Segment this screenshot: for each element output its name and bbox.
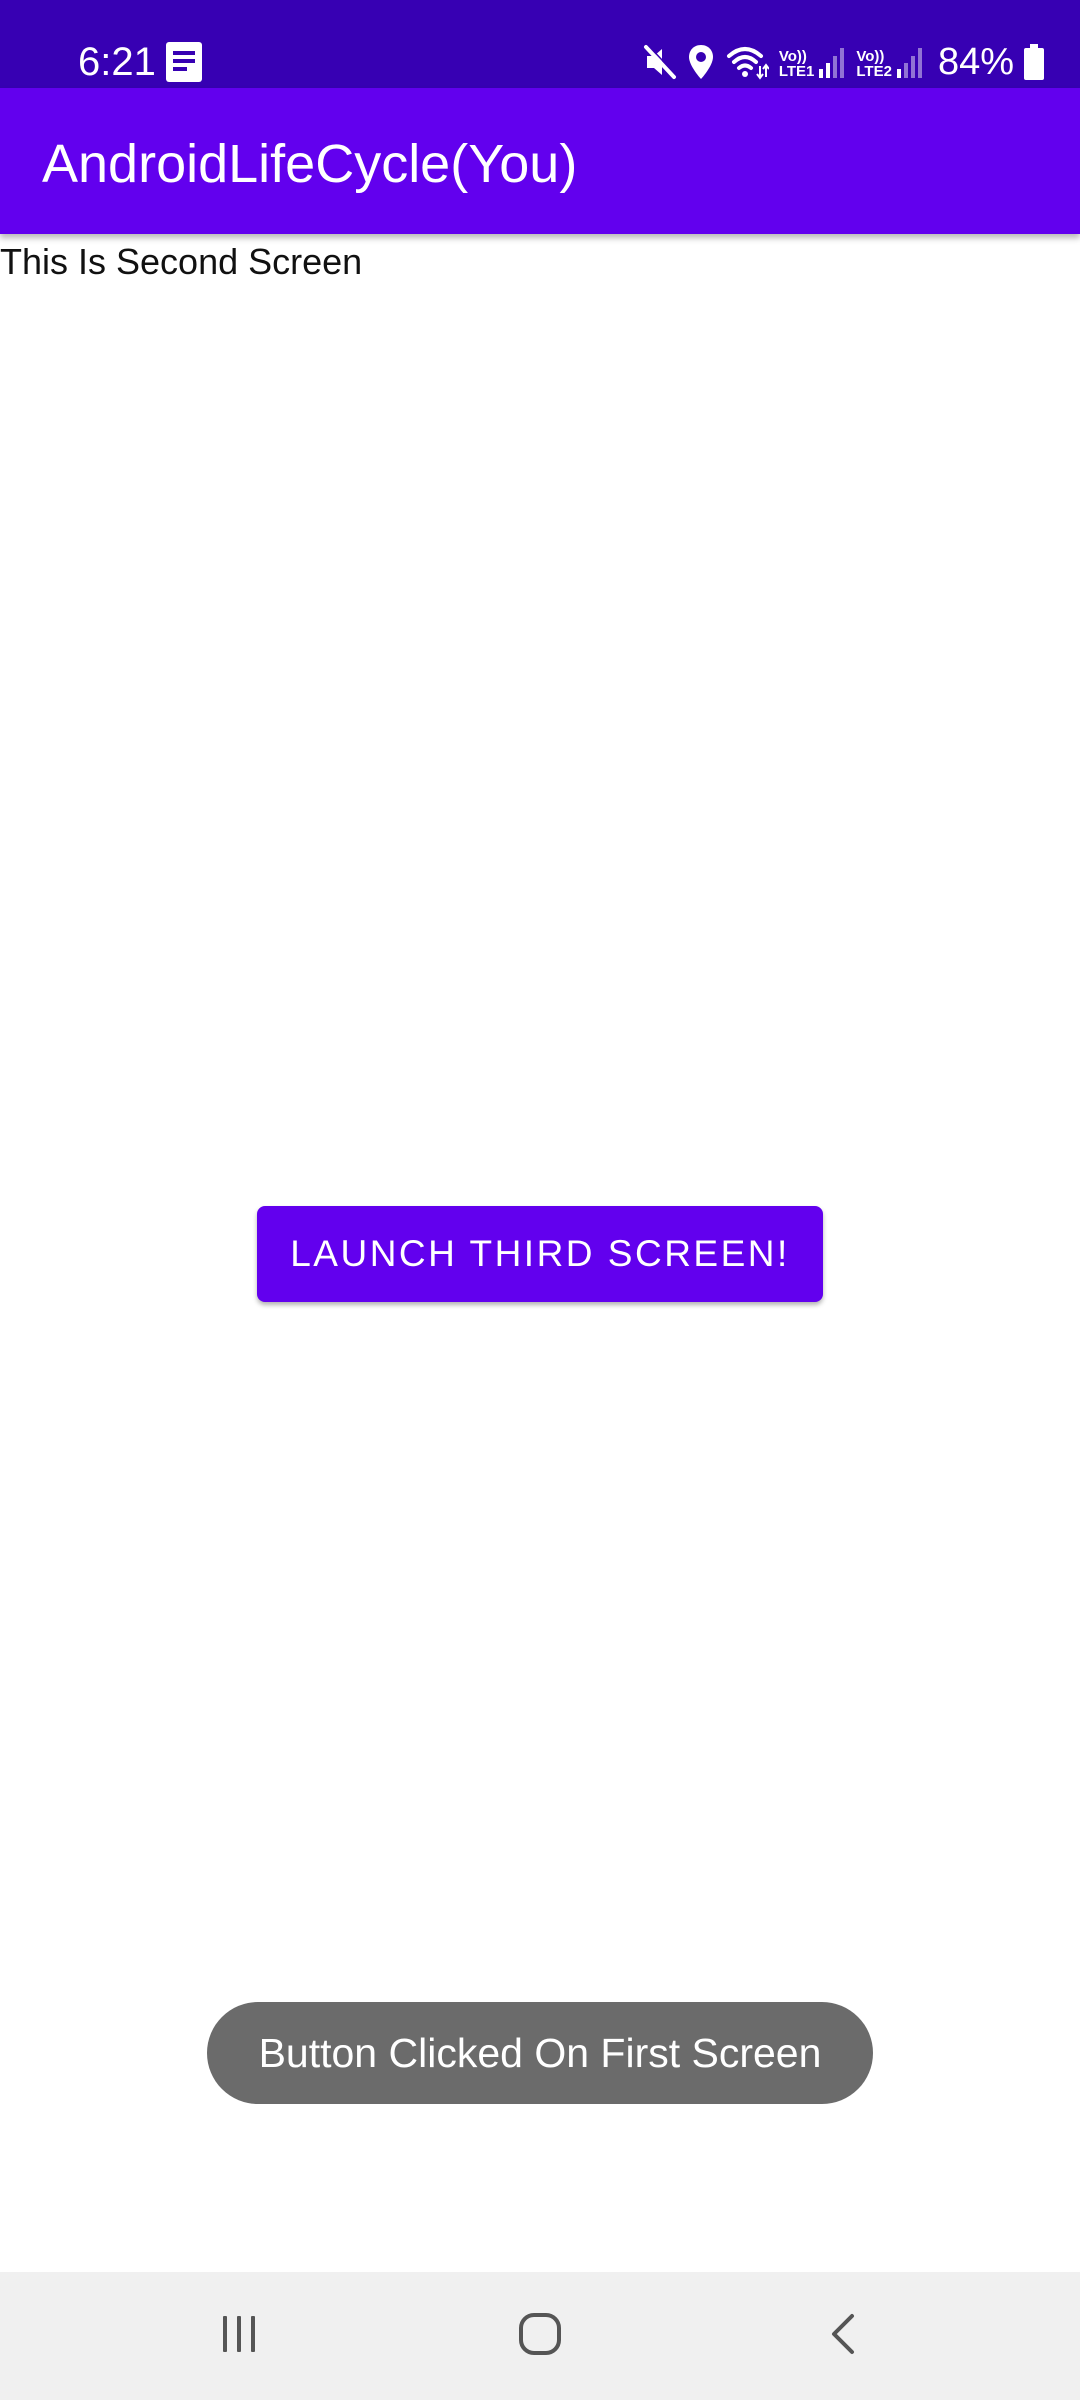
volte-label-2: Vo)) xyxy=(856,48,885,65)
mute-icon xyxy=(643,44,677,80)
toast-message: Button Clicked On First Screen xyxy=(207,2002,873,2104)
notification-doc-icon xyxy=(166,42,202,82)
status-icons: Vo)) LTE1 Vo)) LTE2 84% xyxy=(643,40,1044,84)
wifi-icon xyxy=(725,44,769,80)
location-icon xyxy=(687,43,715,81)
back-button[interactable] xyxy=(784,2296,904,2376)
home-button[interactable] xyxy=(480,2296,600,2376)
sim1-label: LTE1 xyxy=(778,63,815,80)
phone-screen: 6:21 Vo)) LTE1 Vo)) LTE2 84% AndroidLife… xyxy=(0,0,1080,2400)
app-title: AndroidLifeCycle(You) xyxy=(42,134,578,194)
app-bar: AndroidLifeCycle(You) xyxy=(0,88,1080,234)
recents-icon xyxy=(217,2312,261,2361)
navigation-bar xyxy=(0,2272,1080,2400)
status-bar: 6:21 Vo)) LTE1 Vo)) LTE2 84% xyxy=(0,0,1080,88)
recents-button[interactable] xyxy=(179,2296,299,2376)
battery-percent: 84% xyxy=(937,41,1014,83)
sim1-signal-icon: Vo)) LTE1 xyxy=(779,45,847,79)
status-time: 6:21 xyxy=(78,40,156,84)
launch-third-screen-button[interactable]: LAUNCH THIRD SCREEN! xyxy=(257,1206,823,1302)
home-icon xyxy=(516,2310,564,2363)
volte-label: Vo)) xyxy=(778,48,807,65)
sim2-signal-icon: Vo)) LTE2 xyxy=(856,45,924,79)
battery-icon xyxy=(1024,44,1044,80)
screen-label: This Is Second Screen xyxy=(0,241,363,282)
sim2-label: LTE2 xyxy=(856,63,892,80)
back-icon xyxy=(824,2310,864,2363)
